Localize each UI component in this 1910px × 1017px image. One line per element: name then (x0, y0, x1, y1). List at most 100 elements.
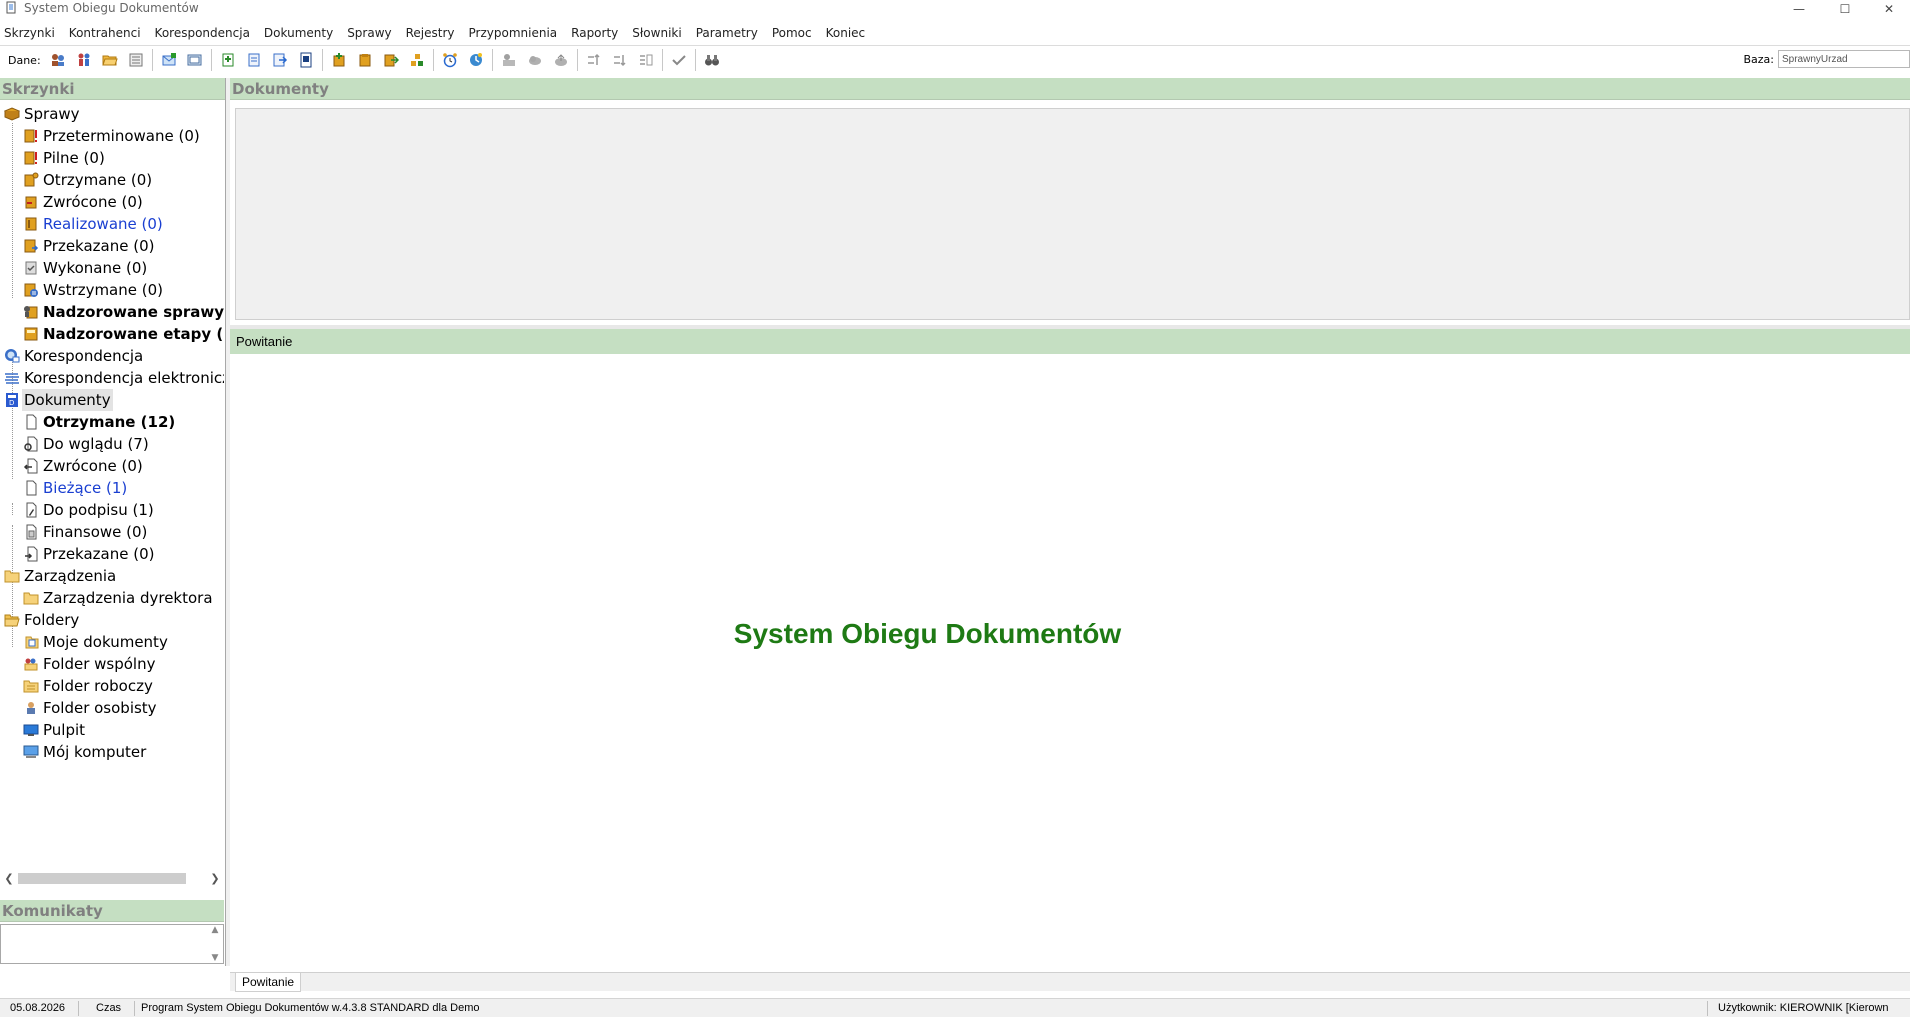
tree-item-przekazane-sprawy[interactable]: Przekazane (0) (23, 235, 154, 257)
toolbar-document-button[interactable] (241, 48, 267, 72)
correspondence-icon (5, 349, 20, 363)
tree-item-label: Folder osobisty (43, 699, 157, 717)
toolbar-add-correspondence-button[interactable] (156, 48, 182, 72)
tree-item-sprawy[interactable]: Sprawy (4, 103, 80, 125)
tree-item-nadzorowane-sprawy[interactable]: Nadzorowane sprawy (23, 301, 224, 323)
messages-vertical-scrollbar[interactable]: ▲ ▼ (207, 925, 223, 963)
documents-list-area[interactable] (235, 108, 1910, 320)
toolbar-approve-button[interactable] (666, 48, 692, 72)
menu-pomoc[interactable]: Pomoc (772, 26, 812, 40)
tab-powitanie[interactable]: Powitanie (235, 973, 302, 992)
toolbar-forward-case-button[interactable] (378, 48, 404, 72)
document-list-icon (300, 52, 312, 68)
tree-item-zarzadzenia-dyrektora[interactable]: Zarządzenia dyrektora (23, 587, 213, 609)
tree-item-przekazane-dokumenty[interactable]: Przekazane (0) (23, 543, 154, 565)
tree-item-wykonane[interactable]: Wykonane (0) (23, 257, 147, 279)
tree-item-korespondencja[interactable]: Korespondencja (4, 345, 143, 367)
menu-sprawy[interactable]: Sprawy (347, 26, 391, 40)
maximize-button[interactable]: ☐ (1822, 0, 1868, 17)
toolbar-case-button[interactable] (352, 48, 378, 72)
tree-item-przeterminowane[interactable]: Przeterminowane (0) (23, 125, 200, 147)
menu-dokumenty[interactable]: Dokumenty (264, 26, 333, 40)
tree-item-pilne[interactable]: Pilne (0) (23, 147, 105, 169)
toolbar-case-structure-button[interactable] (404, 48, 430, 72)
tree-item-label: Zwrócone (0) (43, 193, 143, 211)
tree-item-moje-dokumenty[interactable]: Moje dokumenty (23, 631, 168, 653)
scrollbar-thumb[interactable] (18, 873, 186, 884)
toolbar-disabled-button-4[interactable] (581, 48, 607, 72)
tree-item-realizowane[interactable]: Realizowane (0) (23, 213, 163, 235)
contractors-icon (51, 54, 64, 66)
folder-icon (4, 570, 20, 583)
toolbar-registry-button[interactable] (123, 48, 149, 72)
menu-rejestry[interactable]: Rejestry (406, 26, 455, 40)
scroll-up-icon[interactable]: ▲ (212, 925, 219, 935)
tree-item-nadzorowane-etapy[interactable]: Nadzorowane etapy (: (23, 323, 224, 345)
tree-item-do-podpisu[interactable]: Do podpisu (1) (23, 499, 154, 521)
tree-item-biezace[interactable]: Bieżące (1) (23, 477, 127, 499)
menu-skrzynki[interactable]: Skrzynki (4, 26, 55, 40)
tree-item-label: Zarządzenia dyrektora (43, 589, 213, 607)
tree-item-otrzymane-dokumenty[interactable]: Otrzymane (12) (23, 411, 175, 433)
tree-item-folder-roboczy[interactable]: Folder roboczy (23, 675, 153, 697)
folder-icon (23, 592, 39, 605)
toolbar-search-button[interactable] (699, 48, 725, 72)
toolbar-disabled-button-6[interactable] (633, 48, 659, 72)
tree-item-label: Wstrzymane (0) (43, 281, 163, 299)
scroll-right-icon[interactable]: ❯ (208, 870, 222, 887)
toolbar-document-list-button[interactable] (293, 48, 319, 72)
toolbar-separator (432, 49, 434, 71)
new-document-icon (222, 53, 234, 67)
toolbar-disabled-button-3[interactable] (548, 48, 574, 72)
messages-box[interactable]: ▲ ▼ (0, 924, 224, 964)
tree-item-folder-osobisty[interactable]: Folder osobisty (23, 697, 157, 719)
minimize-button[interactable]: — (1776, 0, 1822, 17)
tree-item-finansowe[interactable]: Finansowe (0) (23, 521, 147, 543)
toolbar-calendar-button[interactable] (463, 48, 489, 72)
menu-parametry[interactable]: Parametry (696, 26, 758, 40)
tree-horizontal-scrollbar[interactable]: ❮ ❯ (0, 870, 224, 887)
toolbar-open-folder-button[interactable] (97, 48, 123, 72)
status-divider (78, 1001, 79, 1016)
menu-koniec[interactable]: Koniec (826, 26, 866, 40)
tree-item-korespondencja-elektroniczna[interactable]: Korespondencja elektroniczr (4, 367, 224, 389)
toolbar-separator (491, 49, 493, 71)
scroll-left-icon[interactable]: ❮ (2, 870, 16, 887)
menu-przypomnienia[interactable]: Przypomnienia (469, 26, 558, 40)
menu-raporty[interactable]: Raporty (571, 26, 618, 40)
toolbar-contractors-button[interactable] (45, 48, 71, 72)
tree-item-wstrzymane[interactable]: Wstrzymane (0) (23, 279, 163, 301)
tree-item-dokumenty[interactable]: D Dokumenty (4, 389, 113, 411)
tree-item-label: Wykonane (0) (43, 259, 148, 277)
scroll-down-icon[interactable]: ▼ (212, 953, 219, 963)
tree-item-zwrocone-sprawy[interactable]: Zwrócone (0) (23, 191, 143, 213)
toolbar-reminder-button[interactable] (437, 48, 463, 72)
tree-item-label: Pilne (0) (43, 149, 105, 167)
toolbar-new-case-button[interactable] (326, 48, 352, 72)
tree-item-label: Finansowe (0) (43, 523, 148, 541)
tree-item-do-wgladu[interactable]: Do wglądu (7) (23, 433, 149, 455)
tree-item-moj-komputer[interactable]: Mój komputer (23, 741, 146, 763)
menu-kontrahenci[interactable]: Kontrahenci (69, 26, 141, 40)
tree-item-folder-wspolny[interactable]: Folder wspólny (23, 653, 155, 675)
disabled-users-icon (502, 54, 515, 66)
toolbar-users-button[interactable] (71, 48, 97, 72)
tree-item-zarzadzenia[interactable]: Zarządzenia (4, 565, 116, 587)
toolbar-disabled-button-1[interactable] (496, 48, 522, 72)
close-icon: ✕ (1883, 1, 1895, 16)
status-bar: 05.08.2026 Czas Program System Obiegu Do… (0, 998, 1910, 1017)
database-input[interactable] (1778, 50, 1910, 68)
menu-slowniki[interactable]: Słowniki (632, 26, 681, 40)
tree-item-zwrocone-dokumenty[interactable]: Zwrócone (0) (23, 455, 143, 477)
toolbar-forward-document-button[interactable] (267, 48, 293, 72)
tree-item-otrzymane-sprawy[interactable]: Otrzymane (0) (23, 169, 152, 191)
toolbar-mail-button[interactable] (182, 48, 208, 72)
toolbar-disabled-button-2[interactable] (522, 48, 548, 72)
toolbar-new-document-button[interactable] (215, 48, 241, 72)
close-button[interactable]: ✕ (1868, 0, 1910, 17)
tree-item-pulpit[interactable]: Pulpit (23, 719, 85, 741)
tree-item-label: Do wglądu (7) (43, 435, 149, 453)
menu-korespondencja[interactable]: Korespondencja (155, 26, 250, 40)
toolbar-disabled-button-5[interactable] (607, 48, 633, 72)
tree-item-foldery[interactable]: Foldery (4, 609, 79, 631)
